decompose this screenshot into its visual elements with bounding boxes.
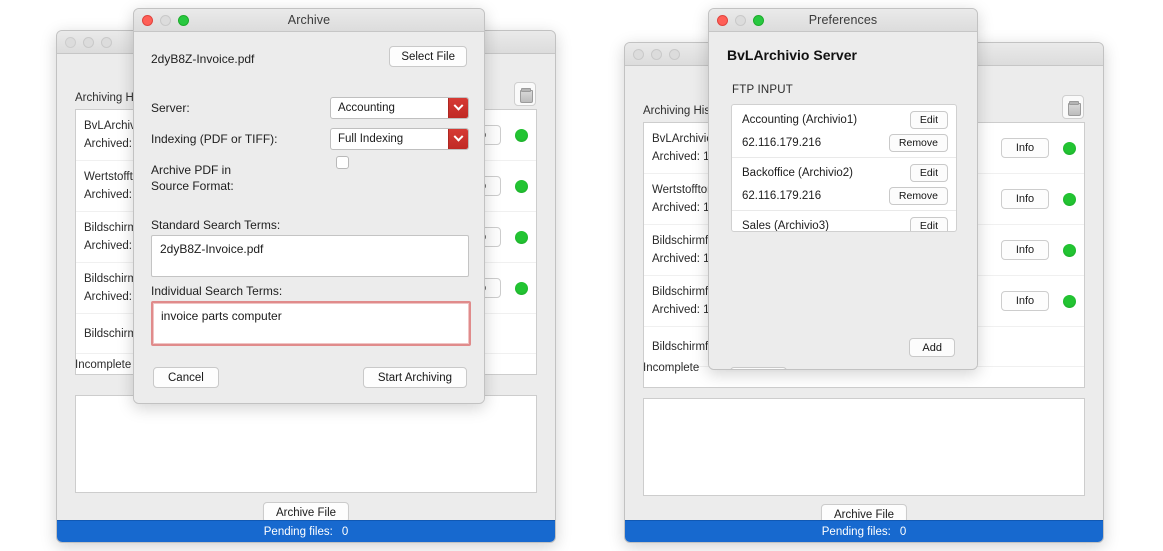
minimize-icon[interactable] [160,15,171,26]
edit-button[interactable]: Edit [909,111,948,129]
pending-files-label: Pending files: [263,525,333,538]
list-item[interactable]: Backoffice (Archivio2) Edit 62.116.179.2… [732,158,956,211]
incomplete-list-right[interactable] [643,398,1085,496]
server-select[interactable]: Accounting [330,97,469,119]
archive-pdf-source-format-checkbox[interactable] [336,156,349,169]
status-badge [1063,141,1076,155]
pending-files-count: 0 [899,525,907,538]
info-button[interactable]: Info [1001,291,1049,311]
indexing-select-value: Full Indexing [338,133,404,145]
status-badge [515,179,528,193]
cancel-button[interactable]: Cancel [153,367,219,388]
close-button[interactable]: Close [730,367,788,369]
ftp-server-ip: 62.116.179.216 [742,190,822,202]
minimize-icon[interactable] [735,15,746,26]
status-badge [515,230,528,244]
chevron-down-icon[interactable] [448,98,468,118]
titlebar-preferences-dialog[interactable]: Preferences [709,9,977,32]
standard-search-terms-label: Standard Search Terms: [151,218,281,232]
add-button[interactable]: Add [909,338,955,357]
zoom-icon[interactable] [753,15,764,26]
close-icon[interactable] [717,15,728,26]
selected-file-name: 2dyB8Z-Invoice.pdf [151,52,255,66]
trash-icon[interactable] [514,82,536,106]
ftp-server-name: Sales (Archivio3) [742,220,829,232]
window-controls-right-main[interactable] [633,49,680,60]
pending-files-label: Pending files: [821,525,891,538]
indexing-label: Indexing (PDF or TIFF): [151,132,278,146]
incomplete-list-left[interactable] [75,395,537,493]
ftp-ip-row: 62.116.179.216 Remove [742,134,948,152]
archive-dialog-body: 2dyB8Z-Invoice.pdf Select File Server: A… [134,32,484,403]
individual-search-terms-input[interactable]: invoice parts computer [151,301,471,346]
close-icon[interactable] [633,49,644,60]
minimize-icon[interactable] [651,49,662,60]
zoom-icon[interactable] [101,37,112,48]
window-controls-preferences[interactable] [717,15,764,26]
list-item[interactable]: Sales (Archivio3) Edit 62.116.179.216 Re… [732,211,956,232]
close-icon[interactable] [65,37,76,48]
archive-pdf-label-line1: Archive PDF in [151,163,232,177]
titlebar-archive-dialog[interactable]: Archive [134,9,484,32]
ftp-input-section-label: FTP INPUT [732,84,794,96]
trash-glyph-icon [519,87,533,103]
incomplete-label: Incomplete [643,362,700,374]
server-select-value: Accounting [338,102,395,114]
chevron-down-icon[interactable] [448,129,468,149]
trash-icon[interactable] [1062,95,1084,119]
status-bar-right: Pending files: 0 [625,520,1103,542]
preferences-dialog[interactable]: Preferences BvLArchivio Server FTP INPUT… [708,8,978,370]
status-badge [515,281,528,295]
remove-button[interactable]: Remove [888,187,948,205]
select-file-button[interactable]: Select File [389,46,467,67]
page-title: BvLArchivio Server [727,47,857,63]
ftp-name-row: Sales (Archivio3) Edit [742,217,948,232]
preferences-dialog-body: BvLArchivio Server FTP INPUT Accounting … [709,32,977,369]
ftp-server-list[interactable]: Accounting (Archivio1) Edit 62.116.179.2… [731,104,957,232]
list-item[interactable]: Accounting (Archivio1) Edit 62.116.179.2… [732,105,956,158]
info-button[interactable]: Info [1001,138,1049,158]
window-controls-left-main[interactable] [65,37,112,48]
start-archiving-button[interactable]: Start Archiving [362,367,467,388]
archive-dialog[interactable]: Archive 2dyB8Z-Invoice.pdf Select File S… [133,8,485,404]
ftp-ip-row: 62.116.179.216 Remove [742,187,948,205]
zoom-icon[interactable] [669,49,680,60]
server-label: Server: [151,101,190,115]
status-badge [1063,243,1076,257]
ftp-name-row: Accounting (Archivio1) Edit [742,111,948,129]
remove-button[interactable]: Remove [888,134,948,152]
window-controls-archive[interactable] [142,15,189,26]
edit-button[interactable]: Edit [909,164,948,182]
status-badge [1063,294,1076,308]
info-button[interactable]: Info [1001,189,1049,209]
standard-search-terms-input[interactable]: 2dyB8Z-Invoice.pdf [151,235,469,277]
close-icon[interactable] [142,15,153,26]
status-badge [515,128,528,142]
ftp-server-ip: 62.116.179.216 [742,137,822,149]
ftp-server-name: Accounting (Archivio1) [742,114,858,126]
screen: Archiving History BvLArchivio.pdf Archiv… [0,0,1163,551]
archive-pdf-label-line2: Source Format: [151,179,234,193]
individual-search-terms-label: Individual Search Terms: [151,284,283,298]
zoom-icon[interactable] [178,15,189,26]
incomplete-label: Incomplete [75,359,132,371]
info-button[interactable]: Info [1001,240,1049,260]
minimize-icon[interactable] [83,37,94,48]
indexing-select[interactable]: Full Indexing [330,128,469,150]
ftp-server-name: Backoffice (Archivio2) [742,167,853,179]
edit-button[interactable]: Edit [909,217,948,231]
trash-glyph-icon [1067,100,1081,116]
status-bar-left: Pending files: 0 [57,520,555,542]
ftp-name-row: Backoffice (Archivio2) Edit [742,164,948,182]
status-badge [1063,192,1076,206]
pending-files-count: 0 [341,525,349,538]
